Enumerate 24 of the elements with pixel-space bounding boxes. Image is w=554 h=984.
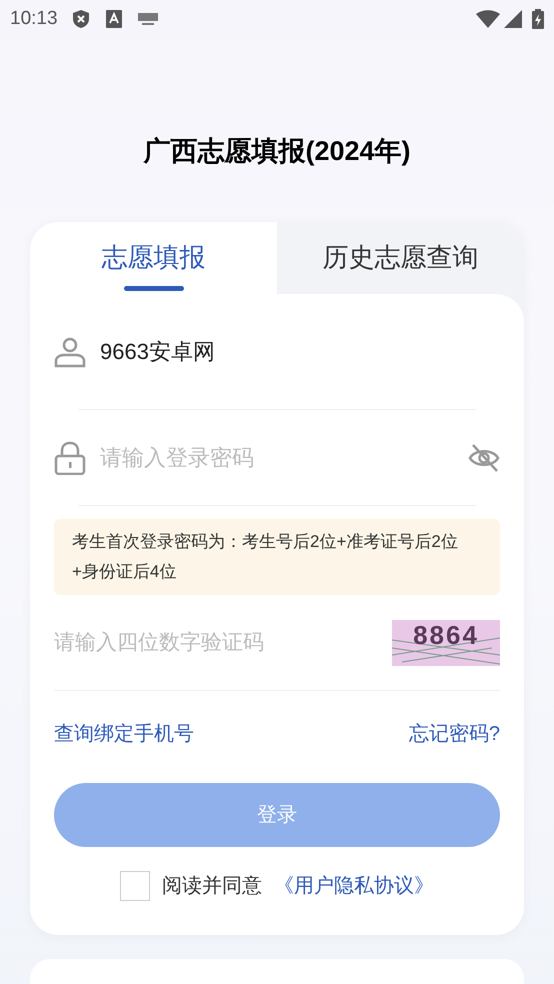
- password-notice: 考生首次登录密码为：考生号后2位+准考证号后2位+身份证后4位: [54, 519, 500, 595]
- status-time: 10:13: [10, 6, 58, 31]
- agreement-text: 阅读并同意: [162, 874, 262, 899]
- page-title: 广西志愿填报(2024年): [142, 135, 412, 168]
- tab[interactable]: 历史志愿查询: [277, 222, 524, 294]
- keyboard-icon: [138, 13, 158, 25]
- user-icon: [54, 336, 86, 368]
- signal-icon: [504, 10, 522, 28]
- tab[interactable]: 志愿填报: [30, 222, 277, 294]
- wifi-icon: [476, 10, 500, 28]
- shield-x-icon: [72, 9, 90, 29]
- captcha-field[interactable]: 请输入四位数字验证码: [54, 626, 392, 658]
- forgot-password-link[interactable]: 忘记密码?: [408, 719, 500, 749]
- lock-icon: [54, 440, 86, 474]
- battery-icon: [532, 9, 544, 29]
- password-field[interactable]: 请输入登录密码: [100, 441, 468, 474]
- bind-phone-link[interactable]: 查询绑定手机号: [54, 719, 194, 749]
- privacy-policy-link[interactable]: 《用户隐私协议》: [274, 871, 434, 901]
- eye-off-icon[interactable]: [468, 442, 500, 472]
- text-a-icon: [106, 10, 122, 28]
- tab-indicator: [124, 286, 184, 291]
- agree-checkbox[interactable]: [120, 871, 150, 901]
- captcha-image[interactable]: 8864: [392, 620, 500, 666]
- username-field[interactable]: 9663安卓网: [100, 335, 476, 368]
